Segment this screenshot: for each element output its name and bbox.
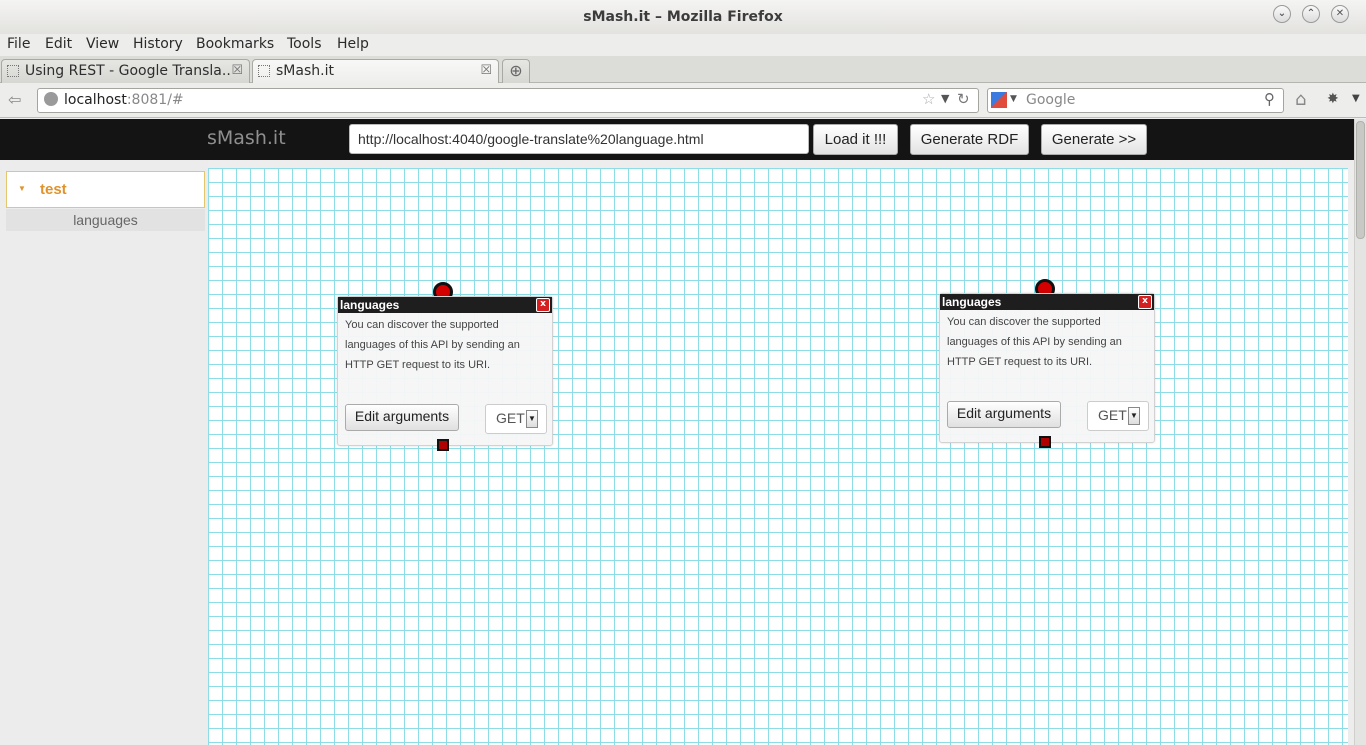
http-method-select[interactable]: GET ▼ <box>485 404 547 434</box>
menu-edit[interactable]: Edit <box>45 36 72 52</box>
module-card[interactable]: languages x You can discover the support… <box>337 296 553 446</box>
chevron-down-icon[interactable]: ▼ <box>1010 94 1017 104</box>
reload-icon[interactable]: ↻ <box>957 90 970 108</box>
app-title: sMash.it <box>207 127 286 149</box>
menu-history[interactable]: History <box>133 36 183 52</box>
plus-icon: ⊕ <box>509 61 523 80</box>
tab-smash-it[interactable]: sMash.it ☒ <box>252 59 499 83</box>
tab-close-icon[interactable]: ☒ <box>231 60 243 82</box>
edit-arguments-button[interactable]: Edit arguments <box>947 401 1061 428</box>
window-title: sMash.it – Mozilla Firefox <box>583 9 783 25</box>
menu-bar: File Edit View History Bookmarks Tools H… <box>0 34 1366 56</box>
tab-label: sMash.it <box>276 63 334 79</box>
api-url-input[interactable]: http://localhost:4040/google-translate%2… <box>349 124 809 154</box>
close-icon[interactable]: x <box>536 298 550 312</box>
tab-label: Using REST - Google Transla... <box>25 63 230 79</box>
back-arrow-icon[interactable]: ⇦ <box>8 90 21 109</box>
addon-icon[interactable]: ✸ <box>1327 91 1339 107</box>
method-value: GET <box>496 410 525 426</box>
menu-file[interactable]: File <box>7 36 30 52</box>
sidebar-item-languages[interactable]: languages <box>6 209 205 231</box>
sidebar-group-label: test <box>40 181 67 198</box>
home-icon[interactable]: ⌂ <box>1295 89 1306 110</box>
close-icon[interactable]: x <box>1138 295 1152 309</box>
sidebar-group-test[interactable]: ▼ test <box>6 171 205 208</box>
url-path: :8081/# <box>126 92 184 108</box>
generate-rdf-button[interactable]: Generate RDF <box>910 124 1029 155</box>
close-window-button[interactable]: ✕ <box>1331 5 1349 23</box>
minimize-window-button[interactable]: ⌄ <box>1273 5 1291 23</box>
module-title[interactable]: languages <box>338 297 552 313</box>
window-titlebar: sMash.it – Mozilla Firefox ⌄ ⌃ ✕ <box>0 0 1366 34</box>
maximize-window-button[interactable]: ⌃ <box>1302 5 1320 23</box>
edit-arguments-button[interactable]: Edit arguments <box>345 404 459 431</box>
tab-strip: Using REST - Google Transla... ☒ sMash.i… <box>0 56 1366 83</box>
app-header: sMash.it http://localhost:4040/google-tr… <box>0 119 1354 160</box>
menu-help[interactable]: Help <box>337 36 369 52</box>
output-terminal[interactable] <box>437 439 449 451</box>
menu-bookmarks[interactable]: Bookmarks <box>196 36 274 52</box>
new-tab-button[interactable]: ⊕ <box>502 59 530 83</box>
page-icon <box>7 65 19 77</box>
load-button[interactable]: Load it !!! <box>813 124 898 155</box>
chevron-down-icon: ▼ <box>526 410 538 428</box>
generate-button[interactable]: Generate >> <box>1041 124 1147 155</box>
scrollbar-thumb[interactable] <box>1356 121 1365 239</box>
search-icon[interactable]: ⚲ <box>1264 90 1275 108</box>
menu-tools[interactable]: Tools <box>287 36 322 52</box>
http-method-select[interactable]: GET ▼ <box>1087 401 1149 431</box>
bookmark-star-icon[interactable]: ☆ <box>922 90 935 108</box>
module-title[interactable]: languages <box>940 294 1154 310</box>
search-bar[interactable]: ▼ Google ⚲ <box>987 88 1284 113</box>
google-icon <box>991 92 1007 108</box>
sidebar: ▼ test languages <box>0 160 208 745</box>
menu-view[interactable]: View <box>86 36 119 52</box>
search-placeholder: Google <box>1026 92 1076 108</box>
chevron-down-icon[interactable]: ▼ <box>941 92 949 105</box>
navigation-bar: ⇦ localhost:8081/# ☆ ▼ ↻ ▼ Google ⚲ ⌂ ✸ … <box>0 84 1366 118</box>
tab-close-icon[interactable]: ☒ <box>480 60 492 82</box>
module-card[interactable]: languages x You can discover the support… <box>939 293 1155 443</box>
url-bar[interactable]: localhost:8081/# ☆ ▼ ↻ <box>37 88 979 113</box>
tab-using-rest[interactable]: Using REST - Google Transla... ☒ <box>1 59 250 83</box>
chevron-down-icon[interactable]: ▼ <box>1352 93 1360 104</box>
module-description: You can discover the supported languages… <box>345 319 520 371</box>
triangle-down-icon: ▼ <box>18 184 26 193</box>
page-icon <box>258 65 270 77</box>
output-terminal[interactable] <box>1039 436 1051 448</box>
url-host: localhost <box>64 92 127 108</box>
method-value: GET <box>1098 407 1127 423</box>
globe-icon <box>44 92 58 106</box>
workspace-canvas[interactable] <box>208 168 1348 745</box>
module-description: You can discover the supported languages… <box>947 316 1122 368</box>
chevron-down-icon: ▼ <box>1128 407 1140 425</box>
